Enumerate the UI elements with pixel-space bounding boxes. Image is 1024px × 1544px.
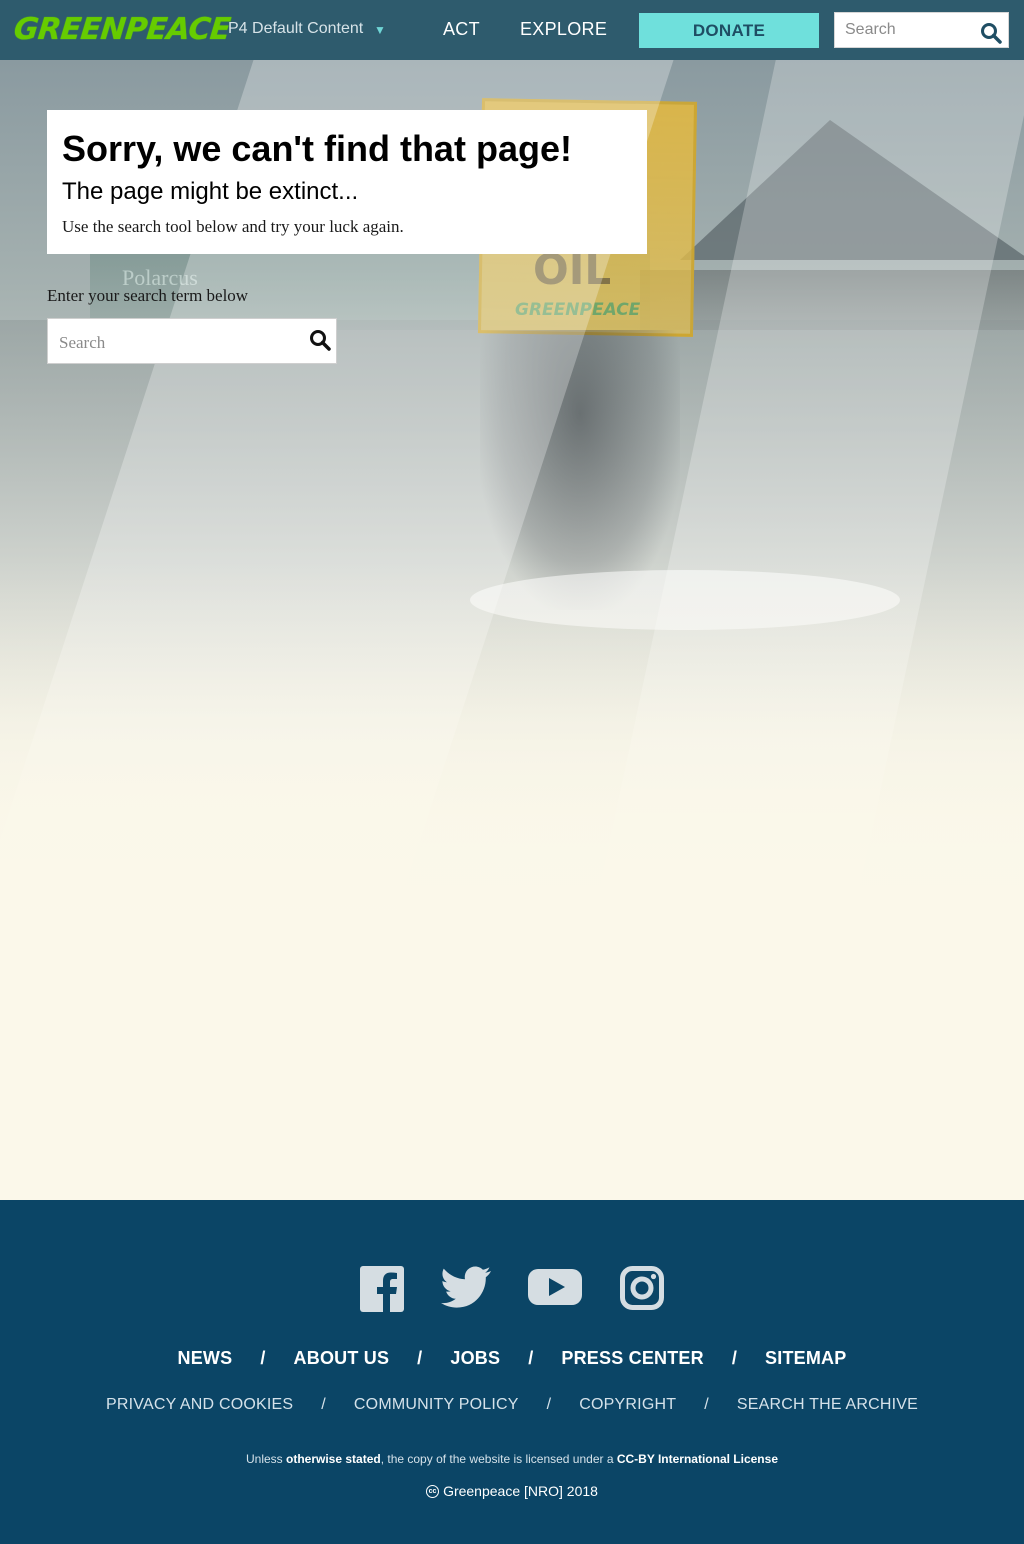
nav-act[interactable]: ACT — [443, 19, 480, 40]
separator: / — [731, 1347, 738, 1368]
hero-fade — [0, 560, 1024, 1200]
nav-explore[interactable]: EXPLORE — [520, 19, 607, 40]
site-footer: NEWS / ABOUT US / JOBS / PRESS CENTER / … — [0, 1200, 1024, 1544]
footer-link-about-us[interactable]: ABOUT US — [294, 1348, 390, 1369]
donate-button[interactable]: DONATE — [639, 13, 819, 48]
greenpeace-logo[interactable]: GREENPEACE — [12, 12, 232, 47]
license-middle: , the copy of the website is licensed un… — [380, 1452, 617, 1466]
header-search-box[interactable]: Search — [834, 12, 1009, 48]
footer-link-jobs[interactable]: JOBS — [450, 1348, 500, 1369]
copyright-notice: cc Greenpeace [NRO] 2018 — [0, 1483, 1024, 1499]
search-icon[interactable] — [309, 329, 331, 356]
error-card: Sorry, we can't find that page! The page… — [47, 110, 647, 254]
social-links — [0, 1266, 1024, 1316]
footer-link-search-archive[interactable]: SEARCH THE ARCHIVE — [737, 1396, 918, 1414]
license-prefix: Unless — [245, 1452, 286, 1466]
footer-link-community-policy[interactable]: COMMUNITY POLICY — [354, 1396, 519, 1414]
separator: / — [528, 1347, 534, 1368]
footer-link-press-center[interactable]: PRESS CENTER — [561, 1348, 703, 1369]
footer-link-copyright[interactable]: COPYRIGHT — [579, 1396, 676, 1414]
license-link-cc-by[interactable]: CC-BY International License — [617, 1452, 778, 1466]
license-notice: Unless otherwise stated, the copy of the… — [0, 1452, 1024, 1466]
creative-commons-icon: cc — [426, 1484, 440, 1498]
site-header: GREENPEACE P4 Default Content ▼ ACT EXPL… — [0, 0, 1024, 60]
error-message: Use the search tool below and try your l… — [62, 217, 404, 236]
search-icon[interactable] — [980, 22, 1002, 49]
twitter-icon[interactable] — [441, 1266, 491, 1313]
search-input[interactable]: Search — [59, 333, 105, 353]
separator: / — [546, 1396, 552, 1413]
footer-primary-links: NEWS / ABOUT US / JOBS / PRESS CENTER / … — [0, 1346, 1024, 1370]
page-subtitle: The page might be extinct... — [62, 178, 359, 205]
footer-link-news[interactable]: NEWS — [178, 1348, 233, 1369]
footer-link-sitemap[interactable]: SITEMAP — [765, 1348, 846, 1369]
header-search-input[interactable]: Search — [845, 21, 896, 39]
separator: / — [704, 1396, 709, 1413]
search-label: Enter your search term below — [47, 286, 249, 305]
license-link-otherwise-stated[interactable]: otherwise stated — [286, 1452, 381, 1466]
youtube-icon[interactable] — [528, 1266, 582, 1313]
facebook-icon[interactable] — [360, 1266, 404, 1317]
search-box[interactable]: Search — [47, 318, 337, 364]
nro-selector[interactable]: P4 Default Content — [228, 20, 363, 38]
separator: / — [321, 1396, 326, 1413]
page-title: Sorry, we can't find that page! — [62, 128, 572, 169]
copyright-text: Greenpeace [NRO] 2018 — [443, 1483, 598, 1499]
instagram-icon[interactable] — [620, 1266, 664, 1315]
footer-secondary-links: PRIVACY AND COOKIES / COMMUNITY POLICY /… — [0, 1394, 1024, 1416]
separator: / — [260, 1347, 266, 1368]
separator: / — [417, 1347, 423, 1368]
footer-link-privacy[interactable]: PRIVACY AND COOKIES — [106, 1396, 293, 1414]
chevron-down-icon[interactable]: ▼ — [374, 23, 386, 37]
